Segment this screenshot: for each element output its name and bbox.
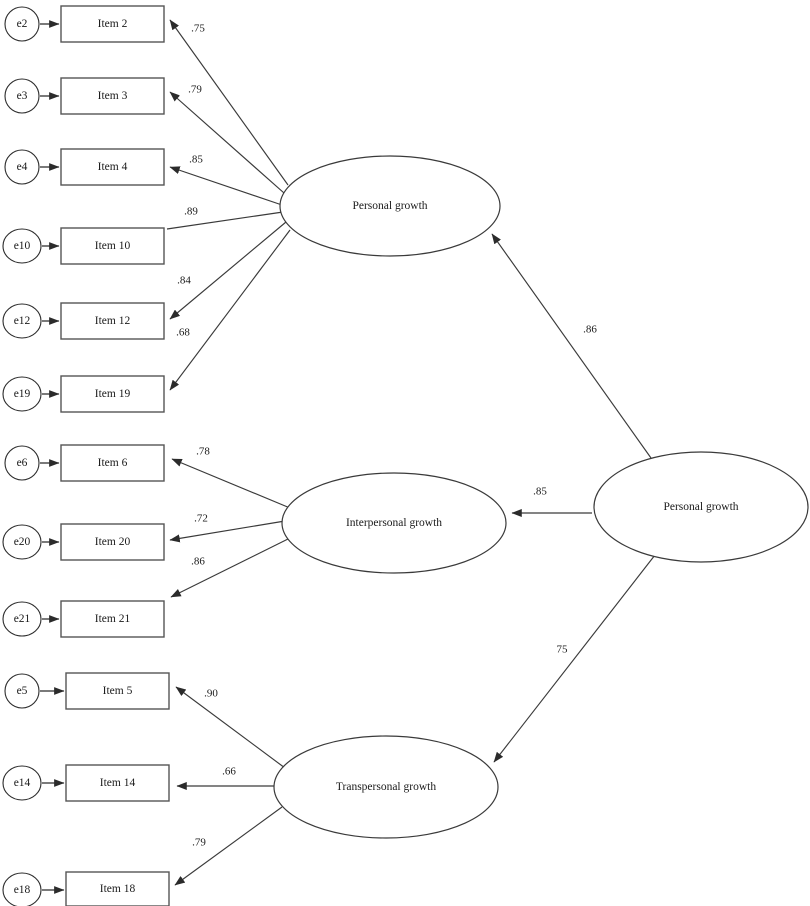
latent-label-interpersonal_growth: Interpersonal growth (346, 517, 442, 529)
error-label-e10: e10 (14, 240, 31, 252)
error-label-e4: e4 (17, 161, 28, 173)
error-label-e12: e12 (14, 315, 31, 327)
error-label-e3: e3 (17, 90, 28, 102)
coefficient-personal_growth_f1-item3: .79 (188, 84, 202, 96)
indicator-label-item20: Item 20 (95, 536, 131, 548)
loading-arrow-interpersonal_growth-to-item20 (169, 520, 286, 543)
error-label-e2: e2 (17, 18, 28, 30)
indicator-label-item18: Item 18 (100, 883, 136, 895)
coefficient-personal_growth_f1-item12: .84 (177, 275, 191, 287)
loading-arrow-personal_growth_f1-to-item12 (169, 221, 287, 320)
coefficient-interpersonal_growth-item6: .78 (196, 446, 210, 458)
error-label-e19: e19 (14, 388, 31, 400)
indicator-label-item10: Item 10 (95, 240, 131, 252)
loading-arrow-interpersonal_growth-to-item21 (170, 537, 291, 598)
indicator-label-item6: Item 6 (98, 457, 128, 469)
indicator-label-item5: Item 5 (103, 685, 133, 697)
loading-arrow-transpersonal_growth-to-item5 (175, 686, 286, 769)
coefficient-personal_growth_g-personal_growth_f1: .86 (583, 324, 597, 336)
coefficient-personal_growth_f1-item19: .68 (176, 327, 190, 339)
indicator-label-item12: Item 12 (95, 315, 131, 327)
loading-arrow-personal_growth_f1-to-item3 (169, 91, 285, 194)
sem-path-diagram: e2 e3 e4 e10 e12 e19 e6 e20 e21 e5 e14 e18 Item 2 It… (0, 0, 810, 906)
structural-arrow-personal_growth_g-to-personal_growth_f1 (491, 233, 652, 459)
coefficient-transpersonal_growth-item5: .90 (204, 688, 218, 700)
latent-label-personal_growth_f1: Personal growth (352, 200, 427, 212)
loading-arrow-transpersonal_growth-to-item18 (174, 806, 283, 886)
loading-arrow-personal_growth_f1-to-item4 (169, 166, 283, 206)
coefficient-personal_growth_g-transpersonal_growth: 75 (557, 644, 569, 656)
latent-label-transpersonal_growth: Transpersonal growth (336, 781, 436, 793)
coefficient-interpersonal_growth-item21: .86 (191, 556, 205, 568)
structural-arrow-personal_growth_g-to-transpersonal_growth (493, 554, 656, 763)
indicator-label-item4: Item 4 (98, 161, 128, 173)
loading-arrow-personal_growth_f1-to-item2 (169, 19, 289, 186)
coefficient-personal_growth_f1-item2: .75 (191, 23, 205, 35)
error-nodes-layer: e2 e3 e4 e10 e12 e19 e6 e20 e21 e5 e14 e18 (2, 6, 42, 906)
coefficient-personal_growth_f1-item10: .89 (184, 206, 198, 218)
loading-paths-layer (166, 19, 291, 886)
error-label-e21: e21 (14, 613, 31, 625)
loading-arrow-personal_growth_f1-to-item19 (169, 229, 291, 391)
latent-label-personal_growth_g: Personal growth (663, 501, 738, 513)
indicator-label-item14: Item 14 (100, 777, 136, 789)
coefficient-personal_growth_g-interpersonal_growth: .85 (533, 486, 547, 498)
indicator-label-item3: Item 3 (98, 90, 128, 102)
indicator-label-item2: Item 2 (98, 18, 128, 30)
coefficient-labels-layer: .75 .79 .85 .89 .84 .68 .78 .72 .86 .90 .66 .79 .86.… (176, 23, 597, 849)
coefficient-transpersonal_growth-item18: .79 (192, 837, 206, 849)
loading-arrow-interpersonal_growth-to-item6 (171, 458, 291, 509)
error-label-e18: e18 (14, 884, 31, 896)
error-label-e20: e20 (14, 536, 31, 548)
coefficient-personal_growth_f1-item4: .85 (189, 154, 203, 166)
error-label-e5: e5 (17, 685, 28, 697)
indicator-nodes-layer: Item 2 Item 3 Item 4 Item 10 Item 12 Item 19 I… (60, 5, 170, 906)
indicator-label-item19: Item 19 (95, 388, 131, 400)
error-label-e14: e14 (14, 777, 31, 789)
diagram-canvas: e2e3e4e10e12e19e6e20e21e5e14e18 Item 2It… (2, 5, 809, 906)
coefficient-transpersonal_growth-item14: .66 (222, 766, 236, 778)
indicator-label-item21: Item 21 (95, 613, 131, 625)
coefficient-interpersonal_growth-item20: .72 (194, 513, 208, 525)
error-label-e6: e6 (17, 457, 28, 469)
